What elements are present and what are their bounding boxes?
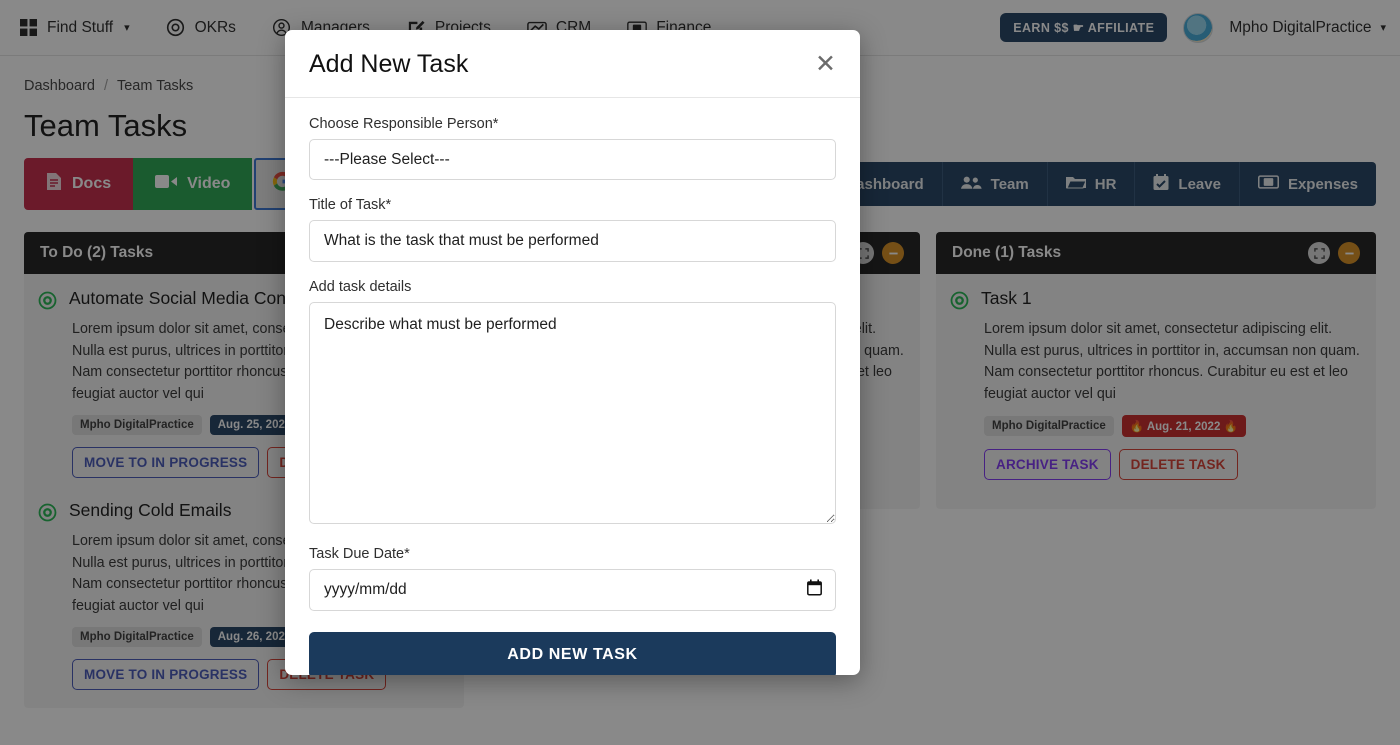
add-new-task-modal: Add New Task ✕ Choose Responsible Person…	[285, 30, 860, 675]
task-due-date-label: Task Due Date*	[309, 546, 410, 562]
field-task-details: Add task details	[309, 279, 836, 529]
modal-header: Add New Task ✕	[285, 30, 860, 98]
date-input-wrapper	[309, 569, 836, 611]
task-details-label: Add task details	[309, 279, 412, 295]
field-task-title: Title of Task*	[309, 197, 836, 262]
modal-title: Add New Task	[309, 50, 469, 78]
task-details-textarea[interactable]	[309, 302, 836, 524]
field-responsible-person: Choose Responsible Person* ---Please Sel…	[309, 116, 836, 180]
task-title-label: Title of Task*	[309, 197, 392, 213]
responsible-person-select[interactable]: ---Please Select---	[309, 139, 836, 180]
task-title-input[interactable]	[309, 220, 836, 262]
field-task-due-date: Task Due Date*	[309, 546, 836, 611]
task-due-date-input[interactable]	[309, 569, 836, 611]
add-new-task-submit-button[interactable]: ADD NEW TASK	[309, 632, 836, 675]
modal-body: Choose Responsible Person* ---Please Sel…	[285, 98, 860, 675]
close-icon[interactable]: ✕	[815, 52, 836, 77]
responsible-person-label: Choose Responsible Person*	[309, 116, 499, 132]
